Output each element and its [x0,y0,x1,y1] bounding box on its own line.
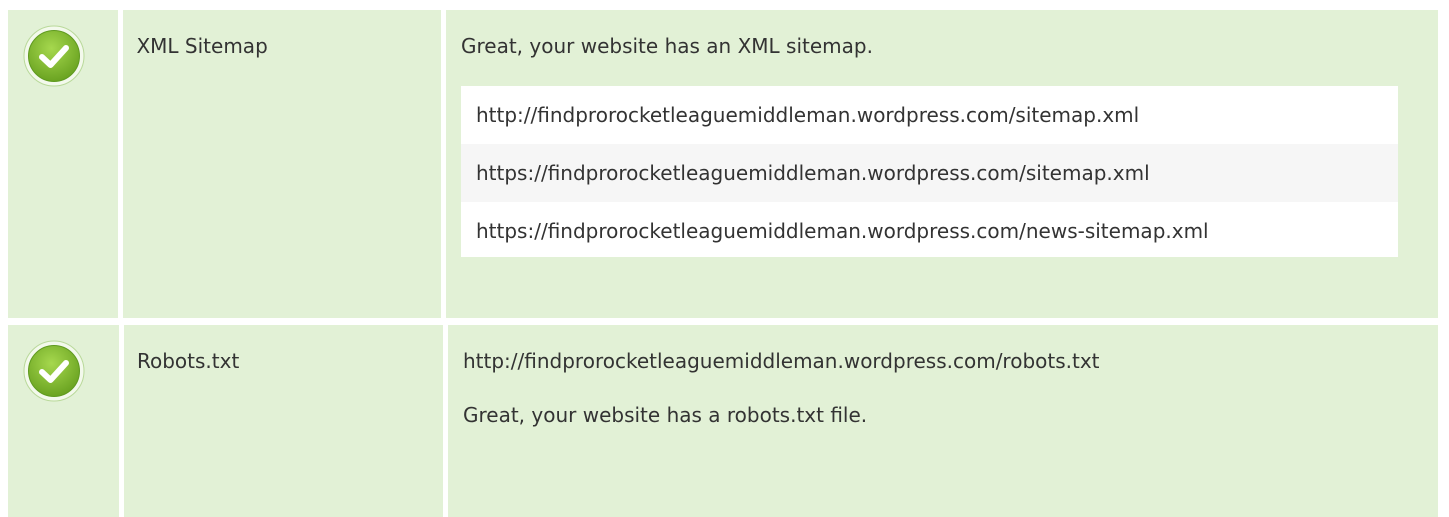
check-content-cell: Great, your website has an XML sitemap. … [446,10,1438,318]
check-label: XML Sitemap [136,34,268,58]
check-label: Robots.txt [137,349,240,373]
check-content-cell: http://findprorocketleaguemiddleman.word… [448,325,1438,517]
seo-report: XML Sitemap Great, your website has an X… [0,0,1449,517]
robots-row: Robots.txt http://findprorocketleaguemid… [8,325,1438,517]
sitemap-url: http://findprorocketleaguemiddleman.word… [461,86,1398,144]
sitemap-url-list: http://findprorocketleaguemiddleman.word… [461,86,1398,257]
sitemap-row: XML Sitemap Great, your website has an X… [8,10,1438,318]
status-cell [8,10,119,318]
check-label-cell: Robots.txt [124,325,443,517]
check-circle-icon [23,25,85,87]
result-message: Great, your website has a robots.txt fil… [463,403,868,427]
check-label-cell: XML Sitemap [123,10,441,318]
status-cell [8,325,119,517]
check-circle-icon [23,340,85,402]
robots-url: http://findprorocketleaguemiddleman.word… [463,349,1100,373]
sitemap-url: https://findprorocketleaguemiddleman.wor… [461,144,1398,202]
sitemap-url: https://findprorocketleaguemiddleman.wor… [461,202,1398,257]
result-message: Great, your website has an XML sitemap. [461,34,873,58]
